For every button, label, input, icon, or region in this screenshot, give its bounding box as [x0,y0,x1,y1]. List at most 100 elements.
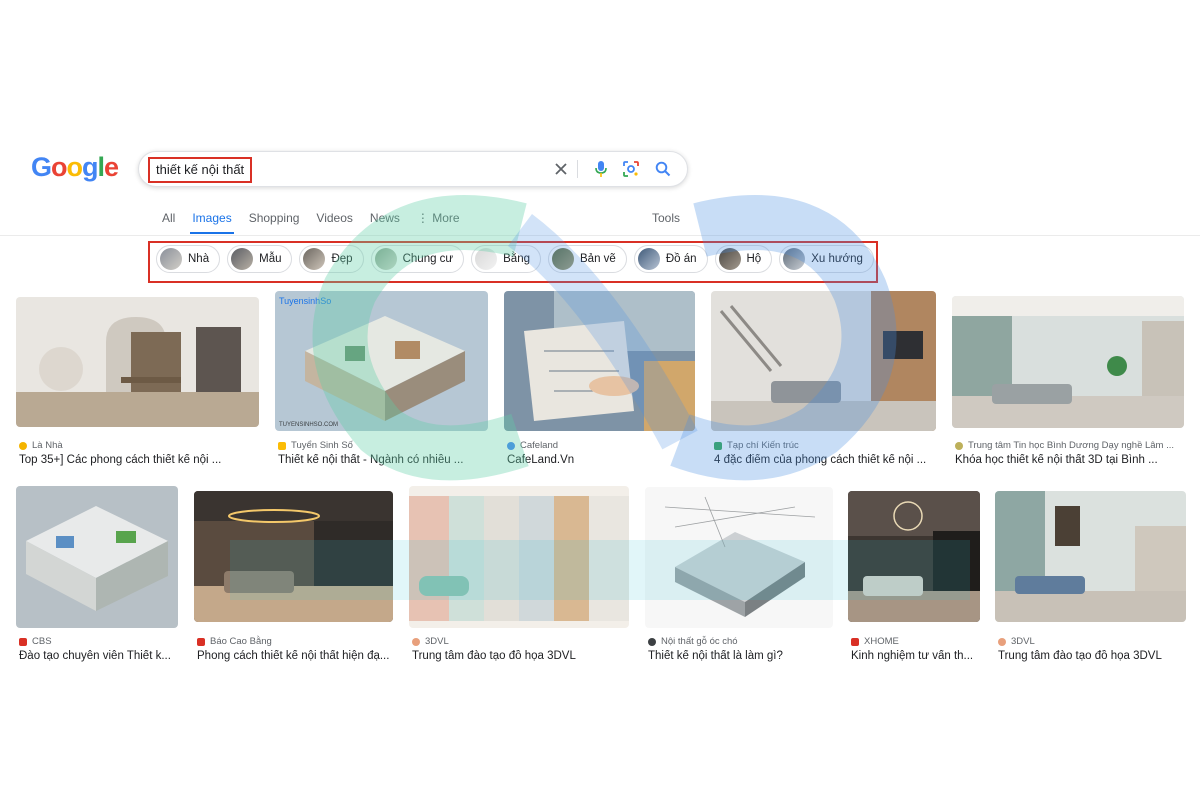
chip-label: Hộ [746,253,762,265]
chip-thumbnail [374,248,397,270]
result-title[interactable]: Thiết kế nội thất - Ngành có nhiều ... [278,454,488,466]
chip-thumbnail [160,248,182,270]
image-result[interactable]: 3DVL Trung tâm đào tạo đồ họa 3DVL [995,491,1186,666]
chip-thumbnail [552,248,574,270]
result-source[interactable]: 3DVL [412,636,449,647]
image-result[interactable]: Tạp chí Kiến trúc 4 đặc điểm của phong c… [711,291,936,471]
result-source[interactable]: XHOME [851,636,899,647]
chip-mau[interactable]: Mẫu [227,245,293,273]
source-favicon [19,637,27,646]
result-source[interactable]: Nội thất gỗ óc chó [648,636,738,647]
source-favicon [19,441,27,450]
chip-label: Xu hướng [811,253,863,265]
result-source[interactable]: Báo Cao Bằng [197,636,272,647]
result-title[interactable]: Phong cách thiết kế nội thất hiện đạ... [197,650,393,662]
logo-letter: g [82,152,98,182]
tab-news[interactable]: News [370,211,400,235]
source-favicon [278,441,286,450]
chip-thumbnail [718,248,741,270]
result-title[interactable]: Top 35+] Các phong cách thiết kế nội ... [19,454,259,466]
chip-label: Đẹp [331,253,353,265]
result-title[interactable]: Thiết kế nội thất là làm gì? [648,650,834,662]
result-source[interactable]: Tạp chí Kiến trúc [714,440,799,451]
search-box[interactable]: thiết kế nội thất [138,151,688,187]
result-source[interactable]: 3DVL [998,636,1035,647]
result-thumbnail[interactable] [848,491,980,622]
result-title[interactable]: CafeLand.Vn [507,454,695,466]
image-result[interactable]: Là Nhà Top 35+] Các phong cách thiết kế … [16,297,259,472]
logo-letter: o [51,152,67,182]
chip-label: Đồ án [665,253,697,265]
tab-images[interactable]: Images [190,211,235,235]
tab-videos[interactable]: Videos [316,211,352,235]
result-thumbnail[interactable] [409,486,629,628]
chip-do-an[interactable]: Đồ án [633,245,708,273]
result-title[interactable]: Trung tâm đào tạo đồ họa 3DVL [412,650,630,662]
result-thumbnail[interactable] [194,491,393,622]
close-icon[interactable] [551,159,571,179]
image-result[interactable]: XHOME Kinh nghiệm tư vấn th... [848,491,980,666]
result-source[interactable]: Là Nhà [19,440,63,451]
chip-dep[interactable]: Đẹp [299,245,364,273]
microphone-icon[interactable] [591,159,611,179]
source-label: Báo Cao Bằng [210,636,272,647]
result-thumbnail[interactable] [16,297,259,427]
chip-nha[interactable]: Nhà [156,245,221,273]
google-logo[interactable]: Google [31,152,119,183]
result-title[interactable]: Kinh nghiệm tư vấn th... [851,650,981,662]
source-label: Tuyển Sinh Số [291,440,353,451]
result-source[interactable]: Trung tâm Tin học Bình Dương Dạy nghề Lâ… [955,440,1174,451]
image-result[interactable]: CBS Đào tạo chuyên viên Thiết k... [16,486,178,666]
result-title[interactable]: Khóa học thiết kế nội thất 3D tại Bình .… [955,454,1187,466]
result-source[interactable]: Tuyển Sinh Số [278,440,353,451]
chip-ho[interactable]: Hộ [714,245,773,273]
chip-xu-huong[interactable]: Xu hướng [779,245,874,273]
source-favicon [998,637,1006,646]
image-result[interactable]: TuyensinhSo TUYENSINHSO.COM Tuyển Sinh S… [275,291,488,471]
chip-bang[interactable]: Bằng [471,245,541,273]
result-thumbnail[interactable] [645,487,833,628]
image-result[interactable]: Nội thất gỗ óc chó Thiết kế nội thất là … [645,487,833,666]
result-title[interactable]: Đào tạo chuyên viên Thiết k... [19,650,177,662]
tab-shopping[interactable]: Shopping [249,211,300,235]
chip-label: Bản vẽ [580,253,616,265]
result-thumbnail[interactable] [995,491,1186,622]
result-thumbnail[interactable] [711,291,936,431]
search-icon[interactable] [653,159,673,179]
source-favicon [851,637,859,646]
source-favicon [955,441,963,450]
tools-button[interactable]: Tools [652,211,680,225]
chip-chung-cu[interactable]: Chung cư [370,245,465,273]
image-result[interactable]: Trung tâm Tin học Bình Dương Dạy nghề Lâ… [952,296,1184,471]
chip-ban-ve[interactable]: Bản vẽ [548,245,627,273]
chip-thumbnail [231,248,254,270]
camera-lens-icon[interactable] [621,159,641,179]
result-source[interactable]: Cafeland [507,440,558,451]
tab-all[interactable]: All [162,211,175,235]
chip-thumbnail [475,248,498,270]
image-result[interactable]: 3DVL Trung tâm đào tạo đồ họa 3DVL [409,486,629,666]
tab-more[interactable]: ⋮ More [417,211,460,235]
chip-thumbnail [783,248,806,270]
chip-label: Chung cư [402,253,454,265]
chip-label: Mẫu [259,253,282,265]
result-thumbnail[interactable] [16,486,178,628]
search-tabs: All Images Shopping Videos News ⋮ More [162,211,477,235]
image-result[interactable]: Báo Cao Bằng Phong cách thiết kế nội thấ… [194,491,393,666]
search-input[interactable]: thiết kế nội thất [148,157,253,183]
chip-label: Nhà [188,253,210,265]
source-favicon [507,441,515,450]
result-thumbnail[interactable]: TuyensinhSo TUYENSINHSO.COM [275,291,488,431]
source-label: Nội thất gỗ óc chó [661,636,738,647]
source-favicon [648,637,656,646]
source-label: 3DVL [1011,636,1035,647]
result-title[interactable]: 4 đặc điểm của phong cách thiết kế nội .… [714,454,936,466]
image-result[interactable]: Cafeland CafeLand.Vn [504,291,695,471]
logo-letter: G [31,152,52,182]
result-source[interactable]: CBS [19,636,52,647]
source-favicon [714,441,722,450]
result-thumbnail[interactable] [952,296,1184,428]
result-title[interactable]: Trung tâm đào tạo đồ họa 3DVL [998,650,1188,662]
source-label: 3DVL [425,636,449,647]
result-thumbnail[interactable] [504,291,695,431]
